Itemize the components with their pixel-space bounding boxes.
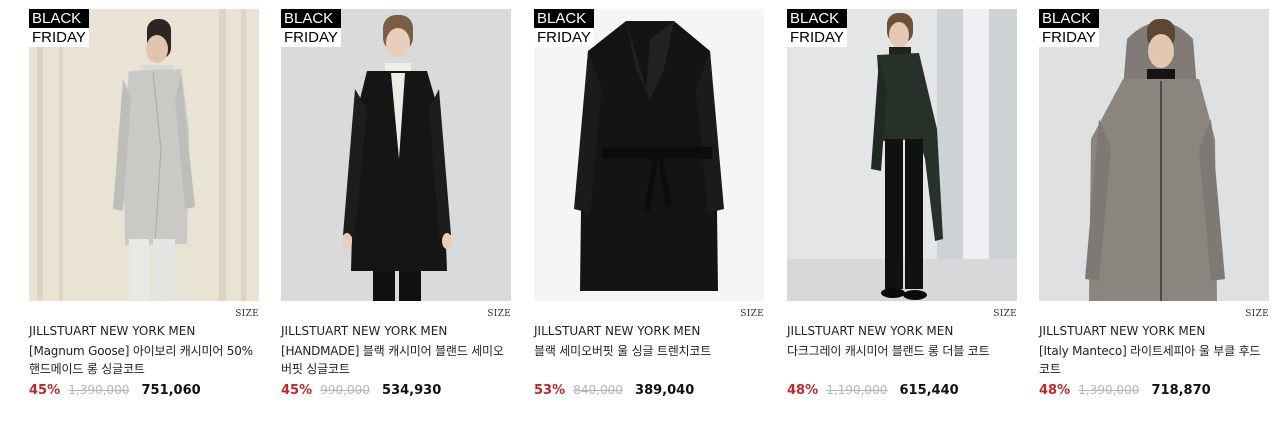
black-friday-badge: BLACK FRIDAY xyxy=(534,9,594,47)
product-image[interactable]: BLACK FRIDAY xyxy=(1039,9,1269,301)
brand-name: JILLSTUART NEW YORK MEN xyxy=(1039,324,1206,338)
badge-line-black: BLACK xyxy=(29,9,89,28)
size-button[interactable]: SIZE xyxy=(487,309,511,319)
price-row: 45% 990,000 534,930 xyxy=(281,381,511,400)
product-card[interactable]: BLACK FRIDAY SIZE JILLSTUART NEW YORK ME… xyxy=(281,9,511,400)
price-row: 53% 840,000 389,040 xyxy=(534,381,764,400)
product-card[interactable]: BLACK FRIDAY SIZE JILLSTUART NEW YORK ME… xyxy=(1039,9,1269,400)
product-card[interactable]: BLACK FRIDAY SIZE JILLSTUART NEW YORK ME… xyxy=(534,9,764,400)
sale-price: 718,870 xyxy=(1151,383,1211,398)
badge-line-friday: FRIDAY xyxy=(1039,28,1099,47)
product-name-link[interactable]: [Italy Manteco] 라이트세피아 울 부클 후드 코트 xyxy=(1039,342,1269,380)
badge-line-friday: FRIDAY xyxy=(281,28,341,47)
brand-name: JILLSTUART NEW YORK MEN xyxy=(787,324,954,338)
model-grey-hooded-coat-image xyxy=(1039,9,1269,301)
badge-line-friday: FRIDAY xyxy=(534,28,594,47)
original-price: 1,190,000 xyxy=(826,383,888,397)
flat-black-belted-trench-image xyxy=(534,9,764,301)
product-name-link[interactable]: 블랙 세미오버핏 울 싱글 트렌치코트 xyxy=(534,342,764,380)
model-black-single-coat-image xyxy=(281,9,511,301)
sale-price: 534,930 xyxy=(382,383,442,398)
black-friday-badge: BLACK FRIDAY xyxy=(281,9,341,47)
size-button[interactable]: SIZE xyxy=(235,309,259,319)
brand-name: JILLSTUART NEW YORK MEN xyxy=(281,324,448,338)
original-price: 1,390,000 xyxy=(68,383,130,397)
badge-line-black: BLACK xyxy=(534,9,594,28)
size-button[interactable]: SIZE xyxy=(740,309,764,319)
product-image[interactable]: BLACK FRIDAY xyxy=(534,9,764,301)
original-price: 990,000 xyxy=(320,383,370,397)
badge-line-black: BLACK xyxy=(787,9,847,28)
price-row: 48% 1,190,000 615,440 xyxy=(787,381,1017,400)
discount-rate: 48% xyxy=(787,383,819,398)
size-button[interactable]: SIZE xyxy=(993,309,1017,319)
product-name-link[interactable]: [HANDMADE] 블랙 캐시미어 블랜드 세미오버핏 싱글코트 xyxy=(281,342,511,380)
discount-rate: 45% xyxy=(29,383,61,398)
discount-rate: 53% xyxy=(534,383,566,398)
discount-rate: 45% xyxy=(281,383,313,398)
product-image[interactable]: BLACK FRIDAY xyxy=(281,9,511,301)
product-card[interactable]: BLACK FRIDAY SIZE JILLSTUART NEW YORK ME… xyxy=(787,9,1017,400)
badge-line-black: BLACK xyxy=(1039,9,1099,28)
product-name-link[interactable]: 다크그레이 캐시미어 블랜드 롱 더블 코트 xyxy=(787,342,1017,380)
brand-name: JILLSTUART NEW YORK MEN xyxy=(534,324,701,338)
black-friday-badge: BLACK FRIDAY xyxy=(1039,9,1099,47)
original-price: 840,000 xyxy=(573,383,623,397)
price-row: 48% 1,390,000 718,870 xyxy=(1039,381,1269,400)
product-name-link[interactable]: [Magnum Goose] 아이보리 캐시미어 50% 핸드메이드 롱 싱글코… xyxy=(29,342,259,380)
product-image[interactable]: BLACK FRIDAY xyxy=(29,9,259,301)
sale-price: 615,440 xyxy=(899,383,959,398)
brand-name: JILLSTUART NEW YORK MEN xyxy=(29,324,196,338)
sale-price: 751,060 xyxy=(141,383,201,398)
sale-price: 389,040 xyxy=(635,383,695,398)
black-friday-badge: BLACK FRIDAY xyxy=(787,9,847,47)
model-light-grey-single-coat-image xyxy=(29,9,259,301)
badge-line-friday: FRIDAY xyxy=(29,28,89,47)
badge-line-friday: FRIDAY xyxy=(787,28,847,47)
price-row: 45% 1,390,000 751,060 xyxy=(29,381,259,400)
badge-line-black: BLACK xyxy=(281,9,341,28)
size-button[interactable]: SIZE xyxy=(1245,309,1269,319)
product-card[interactable]: BLACK FRIDAY SIZE JILLSTUART NEW YORK ME… xyxy=(29,9,259,400)
black-friday-badge: BLACK FRIDAY xyxy=(29,9,89,47)
product-image[interactable]: BLACK FRIDAY xyxy=(787,9,1017,301)
original-price: 1,390,000 xyxy=(1078,383,1140,397)
model-dark-green-long-coat-image xyxy=(787,9,1017,301)
discount-rate: 48% xyxy=(1039,383,1071,398)
